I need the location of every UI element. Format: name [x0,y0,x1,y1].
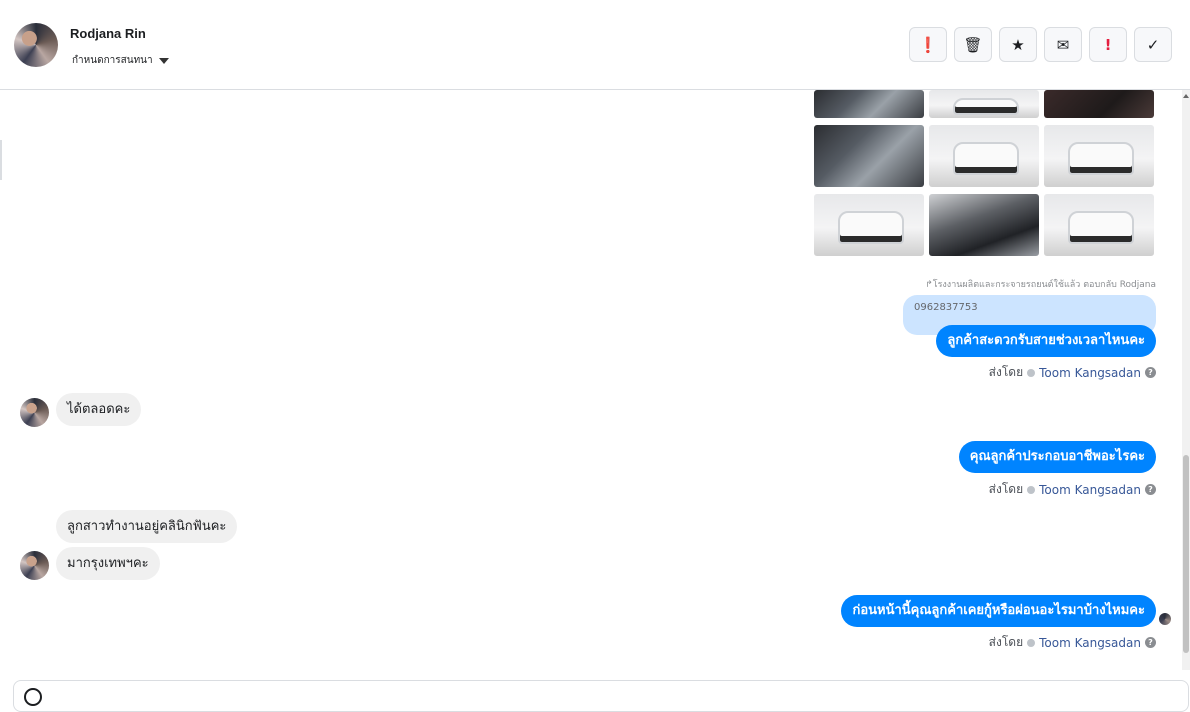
photo-attachment-grid [814,90,1156,256]
important-icon: ! [1104,35,1112,54]
contact-avatar[interactable] [20,551,49,580]
incoming-message[interactable]: ได้ตลอดคะ [56,393,142,426]
caret-down-icon [158,57,169,64]
contact-name[interactable]: Rodjana Rin [70,26,146,41]
mark-done-button[interactable]: ✓ [1134,27,1172,62]
check-icon: ✓ [1146,35,1160,54]
scrollbar-thumb[interactable] [1183,455,1189,653]
conversation-settings-dropdown[interactable]: กำหนดการสนทนา [72,53,169,68]
car-photo[interactable] [1044,194,1154,256]
outgoing-message[interactable]: คุณลูกค้าประกอบอาชีพอะไรคะ [958,441,1156,473]
header-actions: ❗ 🗑 ★ ✉ ! ✓ [909,27,1172,62]
mark-important-button[interactable]: ! [1089,27,1127,62]
seen-avatar-icon [1159,613,1171,625]
mail-icon: ✉ [1056,35,1070,54]
emoji-icon[interactable] [24,688,42,706]
sent-by-line: ส่งโดย Toom Kangsadan ? [989,633,1156,652]
car-photo[interactable] [814,125,924,187]
sent-by-line: ส่งโดย Toom Kangsadan ? [989,363,1156,382]
contact-avatar[interactable] [14,23,58,67]
panel-edge [0,140,2,180]
incoming-message[interactable]: ลูกสาวทำงานอยู่คลินิกฟันคะ [56,510,238,543]
car-photo[interactable] [814,194,924,256]
help-icon[interactable]: ? [1145,484,1156,495]
car-photo[interactable] [929,90,1039,118]
help-icon[interactable]: ? [1145,637,1156,648]
spam-icon: ❗ [918,35,938,54]
sent-by-prefix: ส่งโดย [988,482,1024,496]
sent-by-line: ส่งโดย Toom Kangsadan ? [989,480,1156,499]
delete-button[interactable]: 🗑 [954,27,992,62]
car-photo[interactable] [1044,125,1154,187]
mark-unread-button[interactable]: ✉ [1044,27,1082,62]
conversation-header: Rodjana Rin กำหนดการสนทนา ❗ 🗑 ★ ✉ ! ✓ [0,0,1190,90]
car-photo[interactable] [929,194,1039,256]
conversation-settings-label: กำหนดการสนทนา [72,55,153,66]
message-composer[interactable] [13,680,1189,712]
agent-name[interactable]: Toom Kangsadan [1039,483,1141,497]
agent-status-icon [1027,485,1036,494]
mark-spam-button[interactable]: ❗ [909,27,947,62]
reply-caption: ↱โรงงานผลิตและกระจายรถยนต์ใช้แล้ว ตอบกลั… [925,280,1156,290]
sent-by-prefix: ส่งโดย [988,635,1024,649]
car-photo[interactable] [929,125,1039,187]
star-icon: ★ [1011,35,1025,54]
star-button[interactable]: ★ [999,27,1037,62]
car-photo[interactable] [814,90,924,118]
agent-status-icon [1027,368,1036,377]
outgoing-message[interactable]: ลูกค้าสะดวกรับสายช่วงเวลาไหนคะ [936,325,1156,357]
trash-icon: 🗑 [963,35,983,54]
outgoing-message[interactable]: ก่อนหน้านี้คุณลูกค้าเคยกู้หรือผ่อนอะไรมา… [841,595,1156,627]
agent-name[interactable]: Toom Kangsadan [1039,636,1141,650]
car-photo[interactable] [1044,90,1154,118]
incoming-message[interactable]: มากรุงเทพฯคะ [56,547,160,580]
scroll-up-icon[interactable] [1183,94,1189,98]
help-icon[interactable]: ? [1145,367,1156,378]
contact-avatar[interactable] [20,398,49,427]
sent-by-prefix: ส่งโดย [988,365,1024,379]
agent-status-icon [1027,638,1036,647]
agent-name[interactable]: Toom Kangsadan [1039,366,1141,380]
